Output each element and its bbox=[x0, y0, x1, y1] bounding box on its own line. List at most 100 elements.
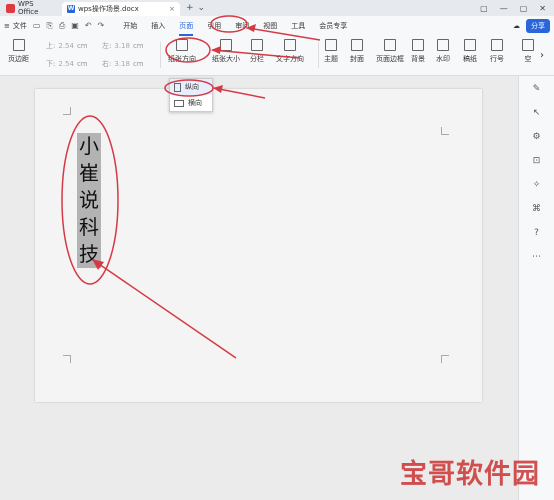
cover-label: 封面 bbox=[350, 55, 364, 63]
background-button[interactable]: 背景 bbox=[411, 39, 425, 64]
landscape-option[interactable]: 横向 bbox=[170, 95, 212, 111]
chevron-down-icon[interactable]: ⌄ bbox=[198, 3, 206, 13]
select-icon[interactable]: ↖ bbox=[533, 108, 541, 118]
margin-top-value: 2.54 bbox=[58, 42, 74, 50]
cover-icon bbox=[351, 39, 363, 51]
margin-top-unit: cm bbox=[76, 42, 88, 50]
portrait-option[interactable]: 纵向 bbox=[170, 79, 212, 95]
redo-icon[interactable]: ↷ bbox=[98, 21, 105, 31]
margin-left-label: 左: bbox=[102, 42, 112, 50]
space-icon bbox=[522, 39, 534, 51]
tab-references[interactable]: 引用 bbox=[200, 21, 228, 31]
word-doc-icon: W bbox=[67, 5, 75, 13]
margin-bottom-field[interactable]: 下: 2.54 cm bbox=[46, 59, 102, 69]
more-icon[interactable]: ⋯ bbox=[532, 252, 541, 262]
tab-insert[interactable]: 插入 bbox=[144, 21, 172, 31]
landscape-label: 横向 bbox=[188, 99, 202, 107]
maximize-icon[interactable]: ▢ bbox=[520, 4, 528, 13]
preview-icon[interactable]: ▣ bbox=[71, 21, 79, 31]
margin-top-field[interactable]: 上: 2.54 cm bbox=[46, 41, 102, 51]
minimize-icon[interactable]: — bbox=[500, 4, 508, 13]
margin-bottom-unit: cm bbox=[76, 60, 88, 68]
undo-icon[interactable]: ↶ bbox=[85, 21, 92, 31]
cover-button[interactable]: 封面 bbox=[350, 39, 364, 64]
tab-review[interactable]: 审阅 bbox=[228, 21, 256, 31]
margins-button[interactable]: 页边距 bbox=[8, 39, 29, 64]
ribbon-divider bbox=[318, 42, 319, 68]
margin-right-field[interactable]: 右: 3.18 cm bbox=[102, 59, 158, 69]
help-icon[interactable]: ? bbox=[534, 228, 539, 238]
app-name: WPS Office bbox=[17, 0, 39, 16]
document-workspace: 小崔说科技 bbox=[0, 76, 518, 500]
landscape-icon bbox=[174, 99, 184, 107]
vertical-document-text[interactable]: 小崔说科技 bbox=[77, 133, 101, 268]
ribbon-divider bbox=[160, 42, 161, 68]
new-tab-icon[interactable]: + bbox=[186, 3, 194, 13]
print-icon[interactable]: ⎙ bbox=[59, 21, 65, 31]
ribbon-more-icon[interactable]: › bbox=[540, 50, 544, 61]
window-restore-icon[interactable]: ▢ bbox=[480, 4, 488, 13]
menu-icon: ≡ bbox=[4, 22, 10, 30]
text-direction-icon bbox=[284, 39, 296, 51]
copy-icon[interactable]: ⎘ bbox=[46, 21, 52, 31]
magic-icon[interactable]: ✧ bbox=[533, 180, 541, 190]
paper-size-label: 纸张大小 bbox=[212, 55, 240, 63]
site-watermark: 宝哥软件园 bbox=[400, 452, 540, 491]
theme-button[interactable]: 主题 bbox=[324, 39, 338, 64]
file-menu[interactable]: ≡ 文件 bbox=[4, 21, 27, 31]
pen-icon[interactable]: ✎ bbox=[533, 84, 541, 94]
page-corner-mark bbox=[63, 107, 71, 115]
portrait-label: 纵向 bbox=[185, 83, 199, 91]
title-bar: WPS Office W wps操作场景.docx × + ⌄ ▢ — ▢ ✕ bbox=[0, 0, 554, 16]
share-button[interactable]: 分享 bbox=[526, 19, 550, 33]
page-border-button[interactable]: 页面边框 bbox=[376, 39, 404, 64]
margin-right-value: 3.18 bbox=[114, 60, 130, 68]
paper-size-button[interactable]: 纸张大小 bbox=[212, 39, 240, 64]
save-icon[interactable]: ▭ bbox=[33, 21, 41, 31]
margin-inputs: 上: 2.54 cm 左: 3.18 cm 下: 2.54 cm 右: 3.18 cm bbox=[46, 41, 158, 69]
text-direction-label: 文字方向 bbox=[276, 55, 304, 63]
columns-label: 分栏 bbox=[250, 55, 264, 63]
orientation-icon bbox=[176, 39, 188, 51]
save-icon[interactable]: ⊡ bbox=[533, 156, 541, 166]
tab-tools[interactable]: 工具 bbox=[284, 21, 312, 31]
page-corner-mark bbox=[441, 355, 449, 363]
watermark-button[interactable]: 水印 bbox=[436, 39, 450, 64]
theme-label: 主题 bbox=[324, 55, 338, 63]
menu-bar: ≡ 文件 ▭ ⎘ ⎙ ▣ ↶ ↷ 开始 插入 页面 引用 审阅 视图 工具 会员… bbox=[0, 16, 554, 36]
tab-member[interactable]: 会员专享 bbox=[312, 21, 354, 31]
share-icon[interactable]: ⌘ bbox=[532, 204, 541, 214]
page-border-icon bbox=[384, 39, 396, 51]
margin-left-field[interactable]: 左: 3.18 cm bbox=[102, 41, 158, 51]
file-menu-label: 文件 bbox=[12, 22, 27, 30]
close-tab-icon[interactable]: × bbox=[169, 5, 175, 13]
document-tab-title: wps操作场景.docx bbox=[78, 5, 139, 13]
cloud-icon[interactable]: ☁ bbox=[513, 22, 520, 30]
line-number-button[interactable]: 行号 bbox=[490, 39, 504, 64]
tab-view[interactable]: 视图 bbox=[256, 21, 284, 31]
document-tab[interactable]: W wps操作场景.docx × bbox=[62, 2, 180, 16]
portrait-icon bbox=[174, 82, 181, 92]
margins-icon bbox=[12, 39, 25, 51]
tab-page[interactable]: 页面 bbox=[172, 21, 200, 36]
columns-icon bbox=[251, 39, 263, 51]
theme-icon bbox=[325, 39, 337, 51]
page-border-label: 页面边框 bbox=[376, 55, 404, 63]
settings-icon[interactable]: ⚙ bbox=[532, 132, 540, 142]
paper-grid-button[interactable]: 稿纸 bbox=[463, 39, 477, 64]
paper-grid-label: 稿纸 bbox=[463, 55, 477, 63]
document-page[interactable]: 小崔说科技 bbox=[35, 89, 482, 402]
margin-bottom-label: 下: bbox=[46, 60, 56, 68]
tab-home[interactable]: 开始 bbox=[116, 21, 144, 31]
margin-right-label: 右: bbox=[102, 60, 112, 68]
ribbon-toolbar: 页边距 上: 2.54 cm 左: 3.18 cm 下: 2.54 cm 右: 3.18 cm … bbox=[0, 36, 554, 76]
page-corner-mark bbox=[63, 355, 71, 363]
orientation-button[interactable]: 纸张方向 bbox=[168, 39, 196, 64]
space-button[interactable]: 空 bbox=[522, 39, 534, 64]
text-direction-button[interactable]: 文字方向 bbox=[276, 39, 304, 64]
margins-label: 页边距 bbox=[8, 55, 29, 63]
margin-left-value: 3.18 bbox=[114, 42, 130, 50]
columns-button[interactable]: 分栏 bbox=[250, 39, 264, 64]
close-window-icon[interactable]: ✕ bbox=[539, 4, 546, 13]
app-tab[interactable]: WPS Office bbox=[0, 0, 62, 16]
